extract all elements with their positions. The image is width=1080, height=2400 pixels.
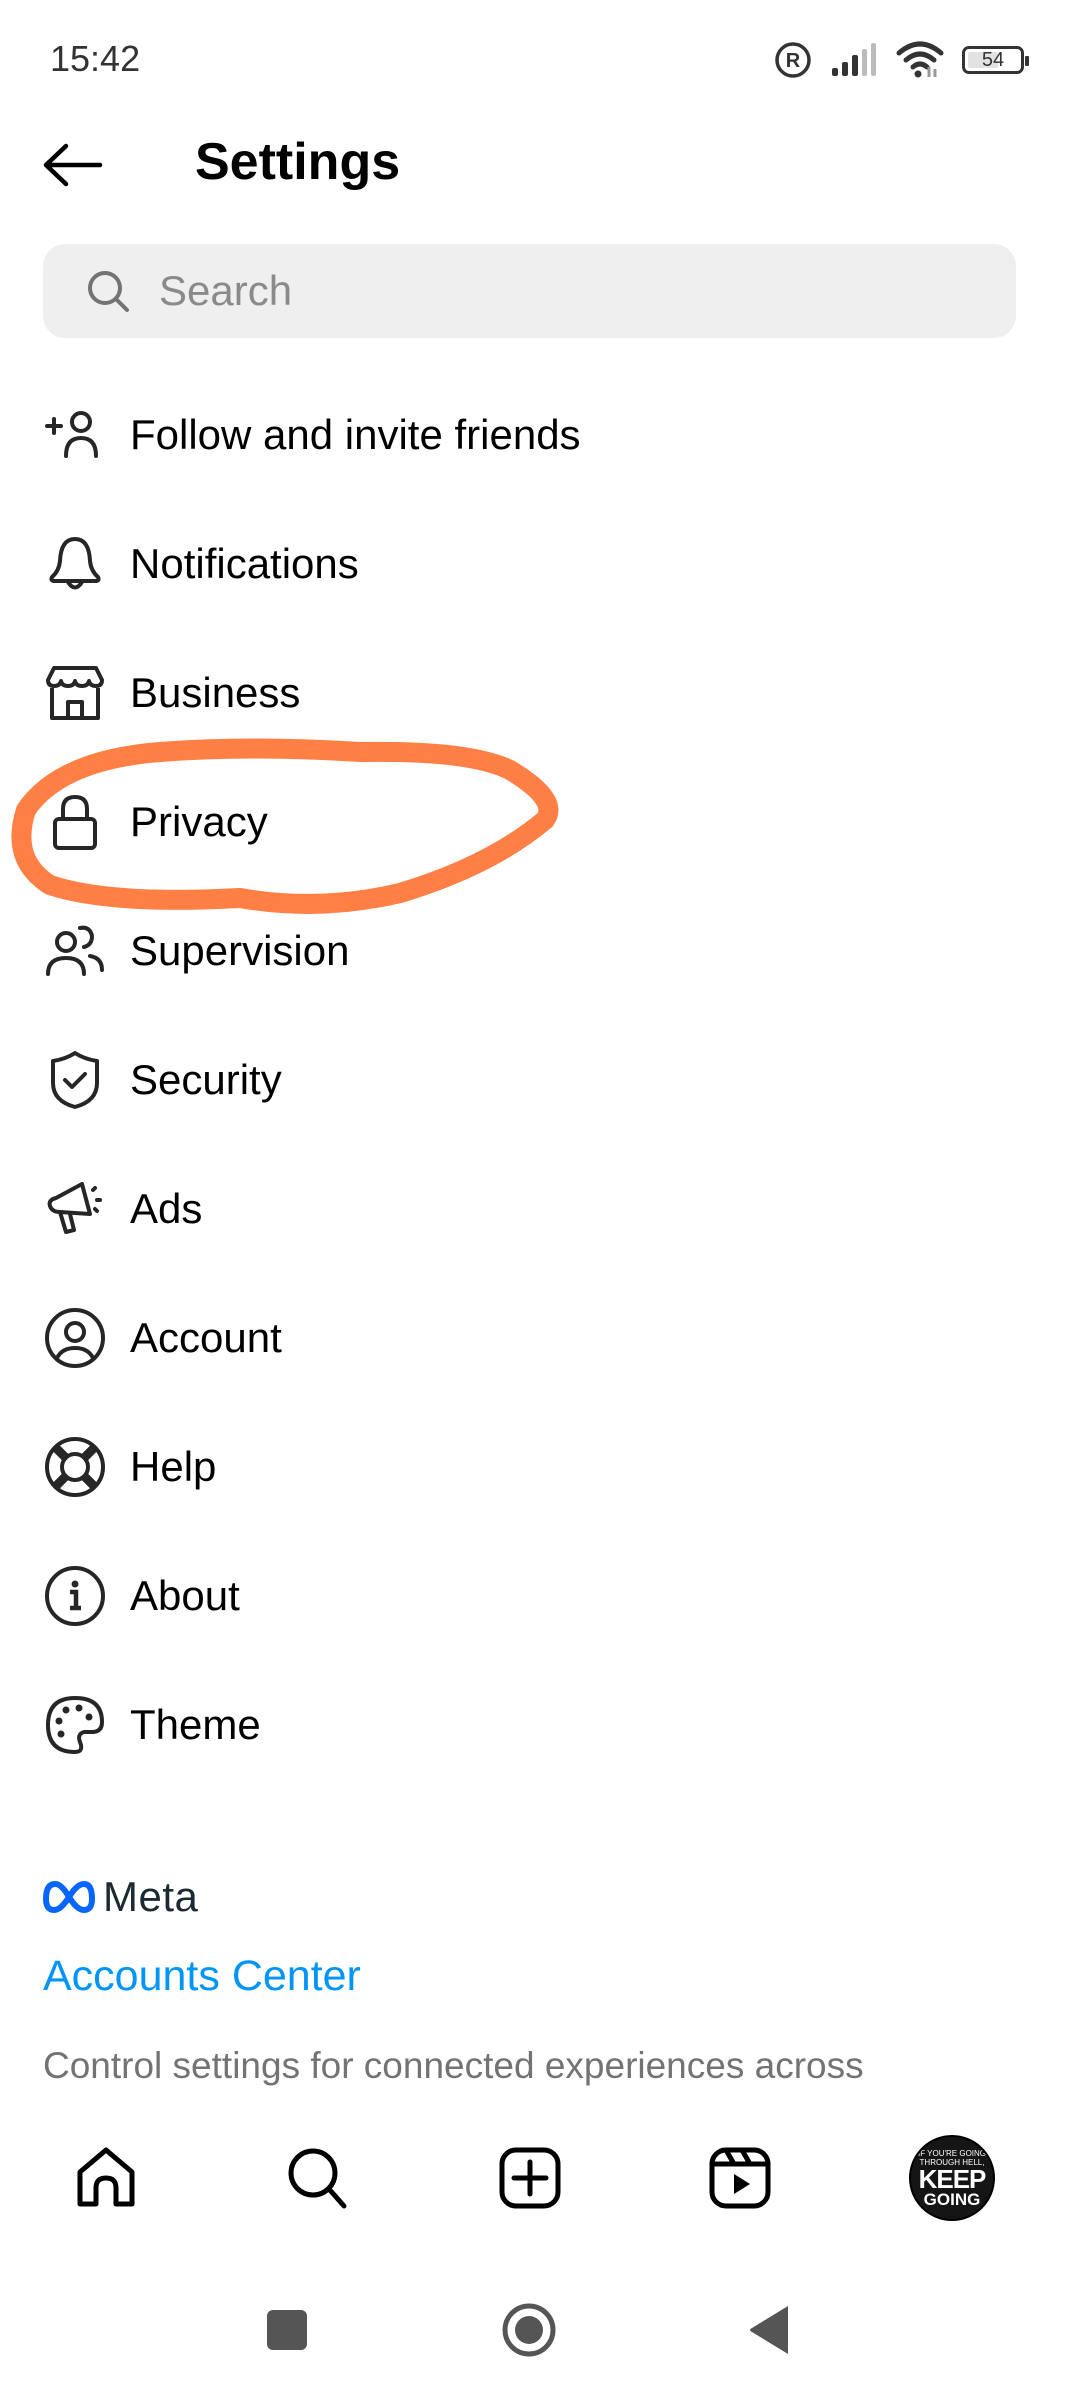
palette-icon: [44, 1694, 106, 1756]
status-time: 15:42: [50, 38, 141, 79]
battery-level: 54: [981, 48, 1005, 71]
menu-item-label: Ads: [130, 1184, 203, 1232]
menu-item-label: Privacy: [130, 797, 268, 845]
status-icons: R 54: [774, 38, 1029, 82]
lifebuoy-icon: [44, 1436, 106, 1498]
menu-item-follow-and-invite-friends[interactable]: Follow and invite friends: [0, 370, 1080, 499]
home-icon: [77, 2147, 135, 2207]
menu-item-about[interactable]: About: [0, 1531, 1080, 1660]
wifi-icon: [896, 41, 944, 78]
menu-item-theme[interactable]: Theme: [0, 1660, 1080, 1789]
system-nav-bar: [0, 2250, 1080, 2400]
menu-item-label: Notifications: [130, 539, 359, 587]
info-icon: [44, 1565, 106, 1627]
menu-item-label: Supervision: [130, 926, 350, 974]
battery-icon: 54: [962, 46, 1029, 74]
avatar-text-3: KEEP: [918, 2163, 987, 2194]
back-nav-button[interactable]: [730, 2290, 810, 2370]
menu-item-supervision[interactable]: Supervision: [0, 886, 1080, 1015]
menu-item-label: Follow and invite friends: [130, 410, 581, 458]
add-person-icon: [44, 404, 106, 466]
square-icon: [267, 2310, 307, 2350]
bottom-nav: IF YOU'RE GOING THROUGH HELL, KEEP GOING: [0, 2110, 1080, 2250]
menu-item-account[interactable]: Account: [0, 1273, 1080, 1402]
search-icon: [88, 271, 129, 312]
arrow-left-icon: [43, 143, 103, 187]
svg-text:R: R: [786, 50, 801, 72]
accounts-center-link[interactable]: Accounts Center: [43, 1952, 361, 2001]
megaphone-icon: [44, 1178, 106, 1240]
storefront-icon: [44, 662, 106, 724]
meta-logo: Meta: [43, 1872, 198, 1922]
shield-check-icon: [44, 1049, 106, 1111]
cellular-signal-icon: [832, 43, 876, 76]
meta-infinity-icon: [43, 1881, 95, 1913]
search-bar[interactable]: [43, 244, 1016, 338]
registered-icon: R: [775, 42, 811, 78]
nav-profile[interactable]: IF YOU'RE GOING THROUGH HELL, KEEP GOING: [902, 2128, 1002, 2228]
nav-search[interactable]: [268, 2128, 368, 2228]
page-title: Settings: [195, 133, 401, 191]
nav-home[interactable]: [56, 2128, 156, 2228]
menu-item-label: Account: [130, 1313, 282, 1361]
user-circle-icon: [44, 1307, 106, 1369]
nav-create[interactable]: [480, 2128, 580, 2228]
circle-icon: [502, 2303, 556, 2357]
search-input[interactable]: [157, 266, 961, 316]
home-button[interactable]: [489, 2290, 569, 2370]
recents-button[interactable]: [247, 2290, 327, 2370]
reels-icon: [709, 2147, 771, 2209]
back-button[interactable]: [40, 135, 110, 195]
bell-icon: [44, 533, 106, 595]
search-icon: [288, 2148, 347, 2209]
menu-item-label: About: [130, 1571, 240, 1619]
avatar-text-4: GOING: [923, 2189, 981, 2209]
menu-item-privacy[interactable]: Privacy: [0, 757, 1080, 886]
menu-item-label: Help: [130, 1442, 217, 1490]
menu-item-help[interactable]: Help: [0, 1402, 1080, 1531]
menu-item-business[interactable]: Business: [0, 628, 1080, 757]
profile-avatar: IF YOU'RE GOING THROUGH HELL, KEEP GOING: [909, 2135, 995, 2221]
accounts-center-description: Control settings for connected experienc…: [43, 2045, 864, 2086]
meta-logo-text: Meta: [103, 1873, 199, 1920]
lock-icon: [44, 791, 106, 853]
menu-item-label: Security: [130, 1055, 282, 1103]
menu-item-ads[interactable]: Ads: [0, 1144, 1080, 1273]
menu-item-label: Theme: [130, 1700, 261, 1748]
nav-reels[interactable]: [690, 2128, 790, 2228]
people-icon: [44, 920, 106, 982]
menu-item-security[interactable]: Security: [0, 1015, 1080, 1144]
menu-item-notifications[interactable]: Notifications: [0, 499, 1080, 628]
triangle-back-icon: [750, 2306, 788, 2354]
create-post-icon: [499, 2147, 561, 2209]
avatar-text-1: IF YOU'RE GOING: [917, 2148, 987, 2158]
menu-item-label: Business: [130, 668, 301, 716]
